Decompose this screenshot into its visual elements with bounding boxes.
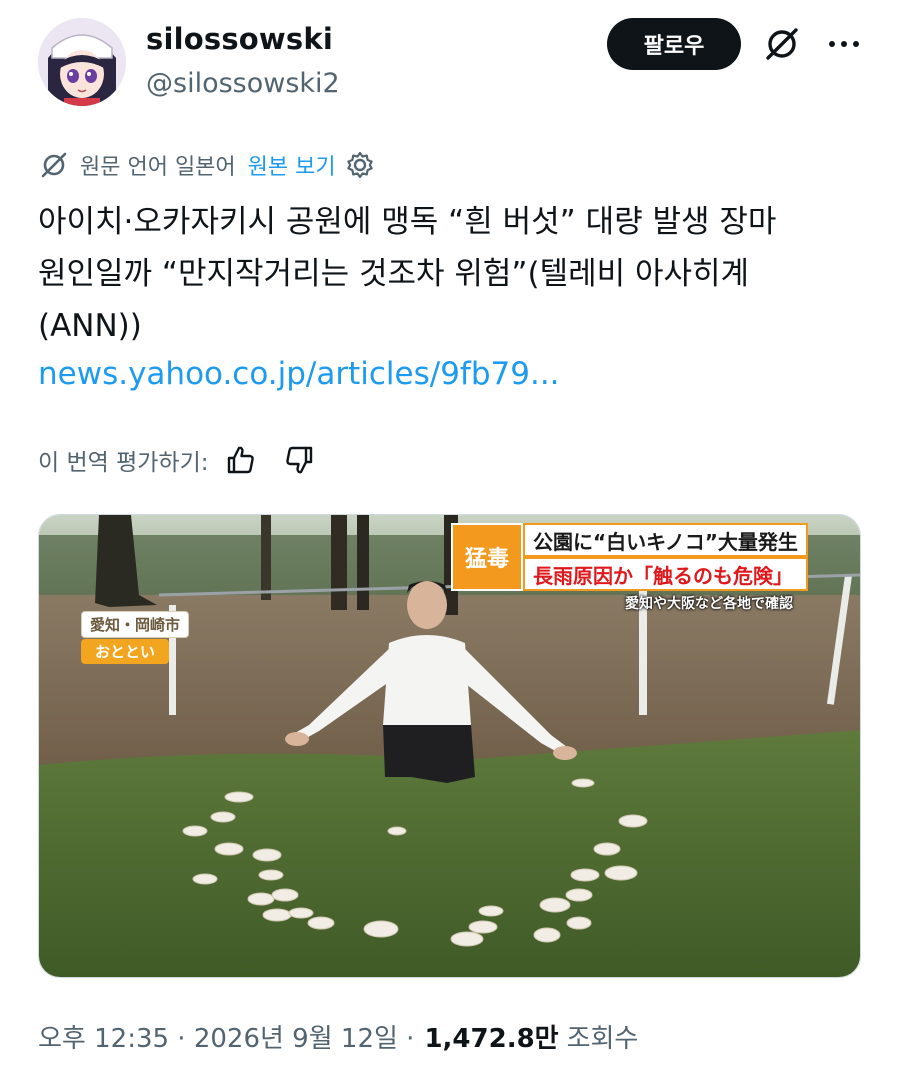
grok-icon[interactable] [760,22,804,66]
rate-translation-label: 이 번역 평가하기: [38,450,209,476]
view-count-label: 조회수 [566,1024,639,1054]
translation-bar: 원문 언어 일본어 원본 보기 [38,146,376,184]
thumbs-down-icon[interactable] [281,442,317,478]
caption-headline-2: 長雨原因か「触るのも危険」 [523,557,808,591]
tweet-meta: 오후 12:35 · 2026년 9월 12일 · 1,472.8만 조회수 [38,1018,638,1055]
anime-avatar-icon [38,18,126,106]
gear-icon[interactable] [344,149,376,181]
show-original-link[interactable]: 원본 보기 [248,149,336,181]
display-name[interactable]: silossowski [146,22,333,56]
tweet-text: 아이치·오카자키시 공원에 맹독 “흰 버섯” 대량 발생 장마 원인일까 “만… [38,196,868,352]
tweet-timestamp[interactable]: 오후 12:35 · 2026년 9월 12일 · [38,1018,414,1055]
tweet-header: silossowski @silossowski2 팔로우 [0,0,900,120]
tweet-media-image[interactable]: 猛毒 公園に“白いキノコ”大量発生 長雨原因か「触るのも危険」 愛知や大阪など各… [38,514,861,978]
grok-translate-icon [41,152,67,178]
article-link[interactable]: news.yahoo.co.jp/articles/9fb79... [38,356,560,392]
tweet-text-line: 아이치·오카자키시 공원에 맹독 “흰 버섯” 대량 발생 장마 [38,204,777,240]
view-count: 1,472.8만 [424,1024,559,1054]
tweet-text-line: 원인일까 “만지작거리는 것조차 위험”(텔레비 아사히계 [38,256,750,292]
more-options-icon[interactable] [822,22,866,66]
date-tag: おととい [81,639,170,664]
translation-source-label: 원문 언어 일본어 [80,155,236,180]
user-handle[interactable]: @silossowski2 [146,68,340,99]
rate-translation: 이 번역 평가하기: [38,440,317,480]
news-caption: 猛毒 公園に“白いキノコ”大量発生 長雨原因か「触るのも危険」 [451,523,808,591]
caption-badge: 猛毒 [451,523,523,591]
thumbs-up-icon[interactable] [223,442,259,478]
caption-headline-1: 公園に“白いキノコ”大量発生 [523,523,808,557]
tweet-text-line: (ANN)) [38,308,142,344]
location-tag: 愛知・岡崎市 [81,611,190,638]
avatar[interactable] [38,18,126,106]
follow-button[interactable]: 팔로우 [607,18,741,70]
caption-subtext: 愛知や大阪など各地で確認 [625,596,793,612]
